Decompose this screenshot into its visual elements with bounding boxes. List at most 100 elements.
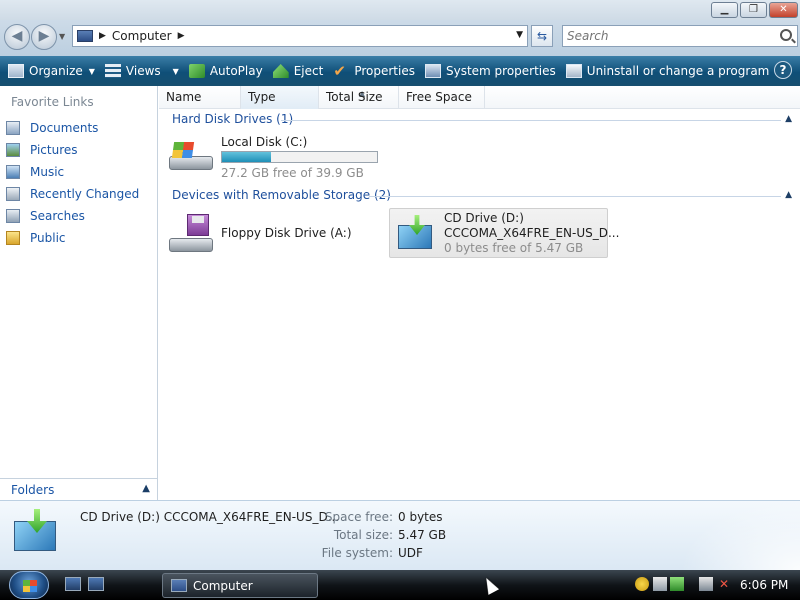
group-header-removable-storage[interactable]: Devices with Removable Storage (2) xyxy=(172,188,391,202)
collapse-group-icon[interactable]: ▲ xyxy=(785,190,792,200)
address-bar-row: ◀ ▶ ▼ ▶ Computer ▶ ▼ ⇆ xyxy=(0,20,800,56)
network-disconnected-icon[interactable] xyxy=(699,577,713,591)
taskbar-button-computer[interactable]: Computer xyxy=(162,573,318,598)
group-header-hard-disks[interactable]: Hard Disk Drives (1) xyxy=(172,112,293,126)
windows-update-icon[interactable] xyxy=(670,577,684,591)
folders-label: Folders xyxy=(11,482,55,497)
address-dropdown-icon[interactable]: ▼ xyxy=(516,30,523,40)
show-desktop-icon[interactable] xyxy=(65,577,81,591)
details-pane: CD Drive (D:) CCCOMA_X64FRE_EN-US_D... S… xyxy=(0,500,800,570)
forward-arrow-icon: ▶ xyxy=(38,28,50,44)
favorite-link-recently-changed[interactable]: Recently Changed xyxy=(6,184,139,204)
system-properties-icon xyxy=(424,64,441,78)
volume-muted-icon[interactable]: ✕ xyxy=(717,577,731,591)
breadcrumb-computer[interactable]: Computer xyxy=(112,29,172,43)
properties-label: Properties xyxy=(354,64,415,78)
favorite-link-label: Documents xyxy=(30,121,99,135)
favorite-link-pictures[interactable]: Pictures xyxy=(6,140,78,160)
refresh-button[interactable]: ⇆ xyxy=(531,25,553,47)
column-header-name[interactable]: Name xyxy=(159,86,241,109)
search-icon[interactable] xyxy=(780,29,792,41)
organize-icon xyxy=(8,64,24,78)
organize-label: Organize xyxy=(29,64,83,78)
title-bar: ▁ ❐ ✕ xyxy=(0,0,800,20)
favorite-link-label: Music xyxy=(30,165,65,179)
column-header-type[interactable]: Type ▲ xyxy=(241,86,365,109)
switch-windows-icon[interactable] xyxy=(88,577,104,591)
close-button[interactable]: ✕ xyxy=(769,2,798,18)
drive-local-disk[interactable]: Local Disk (C:) 27.2 GB free of 39.9 GB xyxy=(167,134,382,180)
minimize-button[interactable]: ▁ xyxy=(711,2,738,18)
favorite-link-label: Public xyxy=(30,231,66,245)
column-header-free-space[interactable]: Free Space xyxy=(399,86,485,109)
taskbar-button-label: Computer xyxy=(193,578,253,593)
group-divider xyxy=(369,196,781,197)
forward-button[interactable]: ▶ xyxy=(31,24,57,50)
breadcrumb-chevron-icon[interactable]: ▶ xyxy=(178,31,185,41)
drive-free-space: 0 bytes free of 5.47 GB xyxy=(444,241,584,255)
eject-label: Eject xyxy=(293,64,324,78)
disk-usage-fill xyxy=(222,152,272,162)
command-bar: Organize ▼ Views ▼ AutoPlay Eject ✔ Proper… xyxy=(0,56,800,86)
start-button[interactable] xyxy=(9,571,49,599)
cd-drive-icon xyxy=(398,215,434,249)
column-header-total-size[interactable]: Total Size xyxy=(319,86,399,109)
network-icon[interactable] xyxy=(653,577,667,591)
properties-button[interactable]: ✔ Properties xyxy=(328,59,420,83)
cd-drive-icon xyxy=(14,509,58,551)
system-properties-button[interactable]: System properties xyxy=(420,59,561,83)
chevron-up-icon[interactable]: ▲ xyxy=(142,483,150,494)
favorite-link-searches[interactable]: Searches xyxy=(6,206,85,226)
space-free-value: 0 bytes xyxy=(398,510,443,524)
views-button[interactable]: Views ▼ xyxy=(100,59,184,83)
recently-changed-icon xyxy=(6,187,20,201)
favorite-link-public[interactable]: Public xyxy=(6,228,66,248)
autoplay-label: AutoPlay xyxy=(209,64,263,78)
organize-button[interactable]: Organize ▼ xyxy=(3,59,100,83)
total-size-label: Total size: xyxy=(333,528,393,542)
column-headers: Name Type ▲ Total Size Free Space xyxy=(159,86,800,109)
search-box[interactable] xyxy=(562,25,798,47)
disk-usage-bar xyxy=(221,151,378,163)
decorative-swoosh xyxy=(680,501,800,570)
group-divider xyxy=(281,120,781,121)
file-system-value: UDF xyxy=(398,546,423,560)
views-label: Views xyxy=(125,64,161,78)
back-arrow-icon: ◀ xyxy=(11,28,23,44)
security-shield-icon[interactable] xyxy=(635,577,649,591)
autoplay-button[interactable]: AutoPlay xyxy=(184,59,268,83)
total-size-value: 5.47 GB xyxy=(398,528,447,542)
system-properties-label: System properties xyxy=(445,64,556,78)
windows-logo-icon xyxy=(23,580,37,592)
drive-name: Local Disk (C:) xyxy=(221,135,308,149)
explorer-window: ▁ ❐ ✕ ◀ ▶ ▼ ▶ Computer ▶ ▼ ⇆ Organize ▼ V… xyxy=(0,0,800,570)
favorite-link-documents[interactable]: Documents xyxy=(6,118,98,138)
recent-pages-dropdown[interactable]: ▼ xyxy=(59,32,65,41)
uninstall-program-label: Uninstall or change a program xyxy=(586,64,770,78)
public-folder-icon xyxy=(6,231,20,245)
taskbar: Computer ✕ 6:06 PM xyxy=(0,570,800,600)
address-bar[interactable]: ▶ Computer ▶ ▼ xyxy=(72,25,528,47)
computer-icon xyxy=(171,579,187,592)
eject-button[interactable]: Eject xyxy=(268,59,329,83)
favorite-link-label: Recently Changed xyxy=(30,187,140,201)
clock[interactable]: 6:06 PM xyxy=(740,570,788,600)
folders-bar[interactable]: Folders ▲ xyxy=(0,478,158,500)
space-free-label: Space free: xyxy=(324,510,393,524)
chevron-down-icon: ▼ xyxy=(172,66,179,76)
help-icon[interactable]: ? xyxy=(774,61,792,79)
file-system-label: File system: xyxy=(321,546,393,560)
file-list: Name Type ▲ Total Size Free Space Hard Di… xyxy=(159,86,800,500)
search-input[interactable] xyxy=(567,26,767,46)
drive-name: Floppy Disk Drive (A:) xyxy=(221,226,352,240)
favorite-link-music[interactable]: Music xyxy=(6,162,64,182)
drive-cd-selected[interactable]: CD Drive (D:) CCCOMA_X64FRE_EN-US_D... 0… xyxy=(389,208,619,258)
uninstall-program-button[interactable]: Uninstall or change a program » xyxy=(561,59,793,83)
collapse-group-icon[interactable]: ▲ xyxy=(785,114,792,124)
drive-floppy[interactable]: Floppy Disk Drive (A:) xyxy=(167,210,377,256)
back-button[interactable]: ◀ xyxy=(4,24,30,50)
favorite-links-title: Favorite Links xyxy=(11,95,94,109)
breadcrumb-chevron-icon[interactable]: ▶ xyxy=(99,31,106,41)
floppy-drive-icon xyxy=(169,214,213,254)
maximize-button[interactable]: ❐ xyxy=(740,2,767,18)
